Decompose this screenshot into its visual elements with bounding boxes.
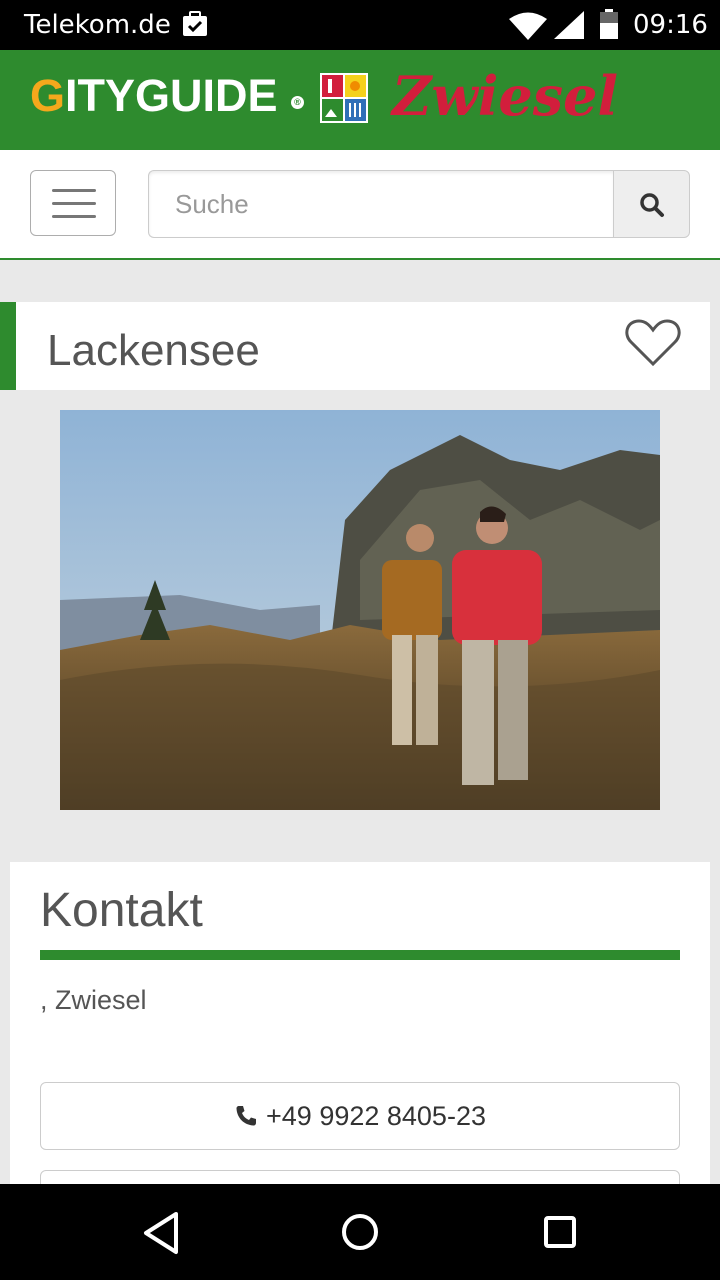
call-phone-button[interactable]: +49 9922 8405-23 (40, 1082, 680, 1150)
menu-icon (52, 189, 96, 192)
page-title: Lackensee (47, 326, 260, 375)
contact-heading: Kontakt (40, 884, 203, 937)
search-button[interactable] (613, 170, 690, 238)
heart-icon[interactable] (624, 318, 682, 368)
back-icon[interactable] (140, 1210, 182, 1256)
city-name-logo: Zwiesel (392, 64, 619, 128)
carrier-label: Telekom.de (24, 10, 171, 40)
home-icon[interactable] (340, 1212, 380, 1252)
briefcase-check-icon (183, 11, 207, 36)
status-bar: Telekom.de 09:16 (0, 0, 720, 50)
menu-icon-bar (52, 202, 96, 205)
menu-icon-bar (52, 215, 96, 218)
search-input[interactable]: Suche (148, 170, 614, 238)
contact-divider (40, 950, 680, 960)
recents-icon[interactable] (543, 1215, 577, 1249)
wifi-icon (509, 12, 547, 40)
search-icon (640, 193, 664, 217)
menu-button[interactable] (30, 170, 116, 236)
battery-icon (600, 9, 618, 39)
cityguide-logo[interactable]: GITYGUIDE (30, 68, 278, 124)
phone-number: +49 9922 8405-23 (266, 1101, 486, 1131)
hero-photo (60, 410, 660, 810)
clock: 09:16 (633, 10, 708, 40)
signal-icon (554, 11, 584, 39)
title-accent-bar (0, 302, 16, 390)
phone-icon (236, 1106, 257, 1126)
contact-address: , Zwiesel (40, 985, 147, 1015)
phone-button-content: +49 9922 8405-23 (41, 1083, 679, 1149)
search-placeholder: Suche (175, 189, 249, 219)
registered-mark: ® (291, 96, 304, 109)
hikers-photo-image (60, 410, 660, 810)
city-crest-icon (320, 73, 368, 123)
